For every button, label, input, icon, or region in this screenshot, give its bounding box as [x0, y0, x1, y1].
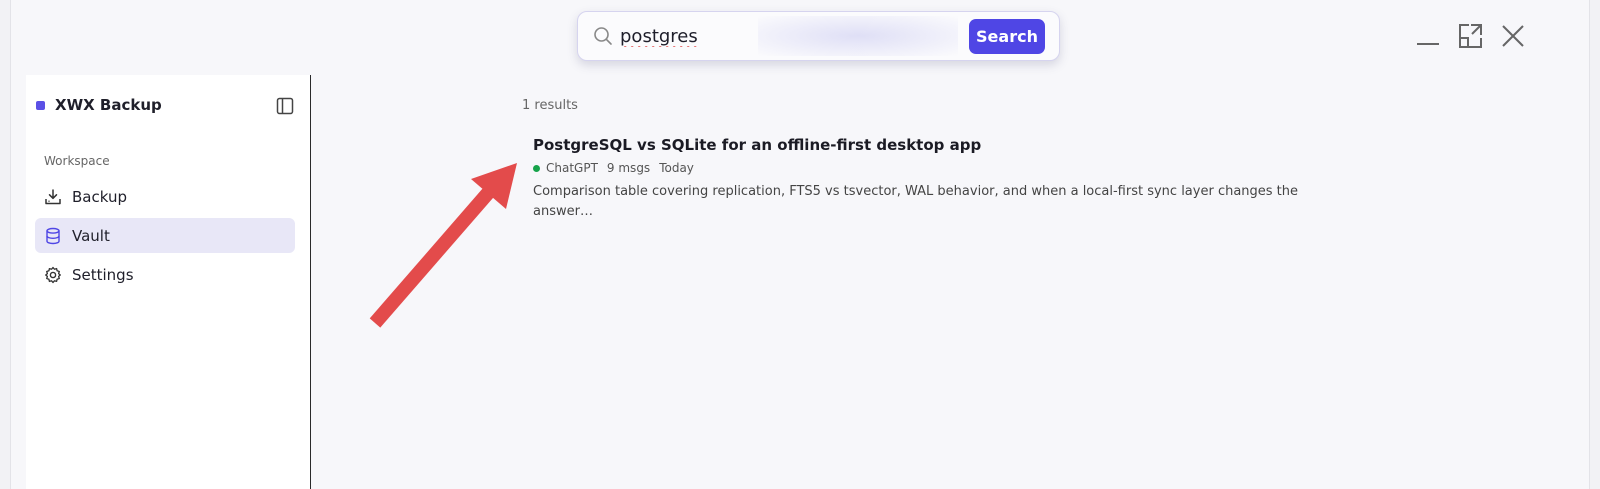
result-snippet: Comparison table covering replication, F… [533, 184, 1299, 219]
maximize-icon[interactable] [1457, 22, 1485, 50]
result-date: Today [659, 161, 694, 175]
sidebar-item-label: Vault [72, 226, 110, 245]
sidebar: XWX Backup Workspace Backup Vault Settin… [26, 75, 311, 489]
search-icon [594, 27, 612, 45]
brand-logo-icon [36, 100, 45, 110]
gear-icon [45, 266, 61, 283]
sidebar-item-settings[interactable]: Settings [35, 257, 295, 292]
results-count: 1 results [522, 98, 578, 113]
search-button[interactable]: Search [969, 19, 1045, 54]
brand: XWX Backup [36, 95, 162, 115]
search-input[interactable] [620, 22, 950, 50]
brand-name: XWX Backup [55, 96, 162, 114]
result-item[interactable]: PostgreSQL vs SQLite for an offline-firs… [533, 135, 1313, 222]
result-message-count: 9 msgs [606, 161, 651, 175]
search-bar: Search [577, 11, 1060, 61]
sidebar-item-vault[interactable]: Vault [35, 218, 295, 253]
annotation-arrow-icon [369, 163, 517, 328]
minimize-icon[interactable] [1415, 22, 1443, 50]
close-icon[interactable] [1499, 22, 1527, 50]
result-title[interactable]: PostgreSQL vs SQLite for an offline-firs… [533, 135, 1313, 155]
database-icon [46, 227, 60, 244]
sidebar-item-backup[interactable]: Backup [35, 179, 295, 214]
sidebar-toggle-icon[interactable] [276, 97, 294, 115]
sidebar-item-label: Backup [72, 187, 127, 206]
section-label-workspace: Workspace [44, 154, 110, 168]
result-meta: ChatGPT 9 msgs Today [533, 160, 1313, 176]
download-tray-icon [45, 188, 61, 204]
result-source: ChatGPT [546, 161, 598, 175]
sidebar-item-label: Settings [72, 265, 134, 284]
